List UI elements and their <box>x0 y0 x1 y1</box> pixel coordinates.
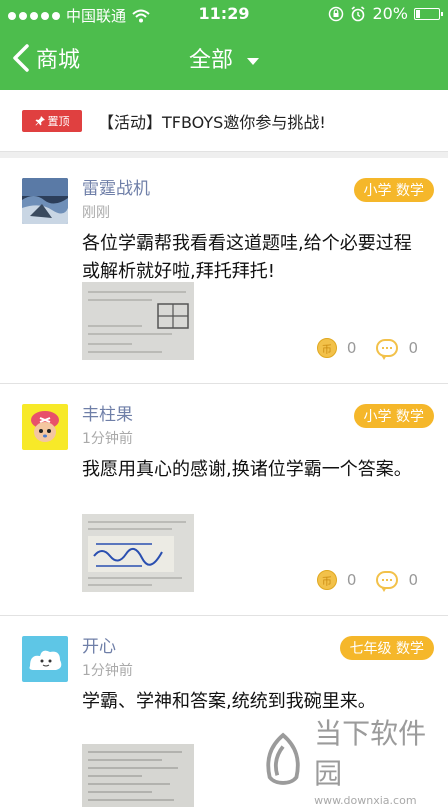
battery-percent: 20% <box>372 4 408 23</box>
post-content: 各位学霸帮我看看这道题哇,给个必要过程或解析就好啦,拜托拜托! <box>82 233 412 282</box>
avatar[interactable] <box>22 178 68 224</box>
post-time: 1分钟前 <box>82 431 133 447</box>
coin-count: 0 <box>346 571 357 589</box>
coin-stat[interactable]: 币 0 <box>316 338 357 358</box>
subject-tag: 小学 数学 <box>353 178 434 202</box>
watermark-icon <box>266 732 300 785</box>
status-bar: 中国联通 11:29 20% <box>0 0 448 30</box>
post-time: 1分钟前 <box>82 663 133 679</box>
comment-count: 0 <box>408 571 418 589</box>
category-dropdown[interactable]: 全部 <box>0 42 448 74</box>
question-image[interactable] <box>82 514 194 592</box>
question-image[interactable] <box>82 282 194 360</box>
post-content: 我愿用真心的感谢,换诸位学霸一个答案。 <box>82 459 412 480</box>
subject-tag: 小学 数学 <box>353 404 434 428</box>
question-image[interactable] <box>82 744 194 807</box>
avatar[interactable] <box>22 404 68 450</box>
post-stats: 币 0 0 <box>316 570 418 592</box>
username[interactable]: 丰柱果 <box>82 400 133 425</box>
comment-stat[interactable]: 0 <box>376 339 418 360</box>
watermark-logo: 当下软件园 www.downxia.com <box>262 712 448 807</box>
pinned-title: 【活动】TFBOYS邀你参与挑战! <box>98 112 326 132</box>
coin-icon: 币 <box>316 338 337 358</box>
subject-tag: 七年级 数学 <box>339 636 434 660</box>
watermark-url: www.downxia.com <box>314 794 417 807</box>
page-title: 全部 <box>188 48 233 73</box>
comment-stat[interactable]: 0 <box>376 571 418 592</box>
coin-stat[interactable]: 币 0 <box>316 570 357 590</box>
coin-count: 0 <box>346 339 357 357</box>
post-stats: 币 0 0 <box>316 338 418 360</box>
comment-icon <box>376 339 399 360</box>
pinned-badge-label: 置顶 <box>47 114 70 128</box>
username[interactable]: 雷霆战机 <box>82 174 150 199</box>
caret-down-icon <box>247 57 259 65</box>
post-item[interactable]: 丰柱果 1分钟前 小学 数学 我愿用真心的感谢,换诸位学霸一个答案。 币 0 0 <box>0 384 448 616</box>
coin-icon: 币 <box>316 570 337 590</box>
watermark-text: 当下软件园 <box>314 717 427 790</box>
avatar[interactable] <box>22 636 68 682</box>
post-item[interactable]: 雷霆战机 刚刚 小学 数学 各位学霸帮我看看这道题哇,给个必要过程或解析就好啦,… <box>0 158 448 384</box>
pinned-badge: 置顶 <box>22 109 82 132</box>
nav-bar: 商城 全部 <box>0 30 448 90</box>
username[interactable]: 开心 <box>82 632 116 657</box>
orientation-lock-icon <box>329 6 344 21</box>
battery-icon <box>414 7 443 20</box>
comment-count: 0 <box>408 339 418 357</box>
post-time: 刚刚 <box>82 205 110 221</box>
pinned-post[interactable]: 置顶 【活动】TFBOYS邀你参与挑战! <box>0 90 448 152</box>
alarm-icon <box>351 5 365 21</box>
pin-icon <box>35 115 45 125</box>
comment-icon <box>376 571 399 592</box>
status-right: 20% <box>328 4 443 23</box>
